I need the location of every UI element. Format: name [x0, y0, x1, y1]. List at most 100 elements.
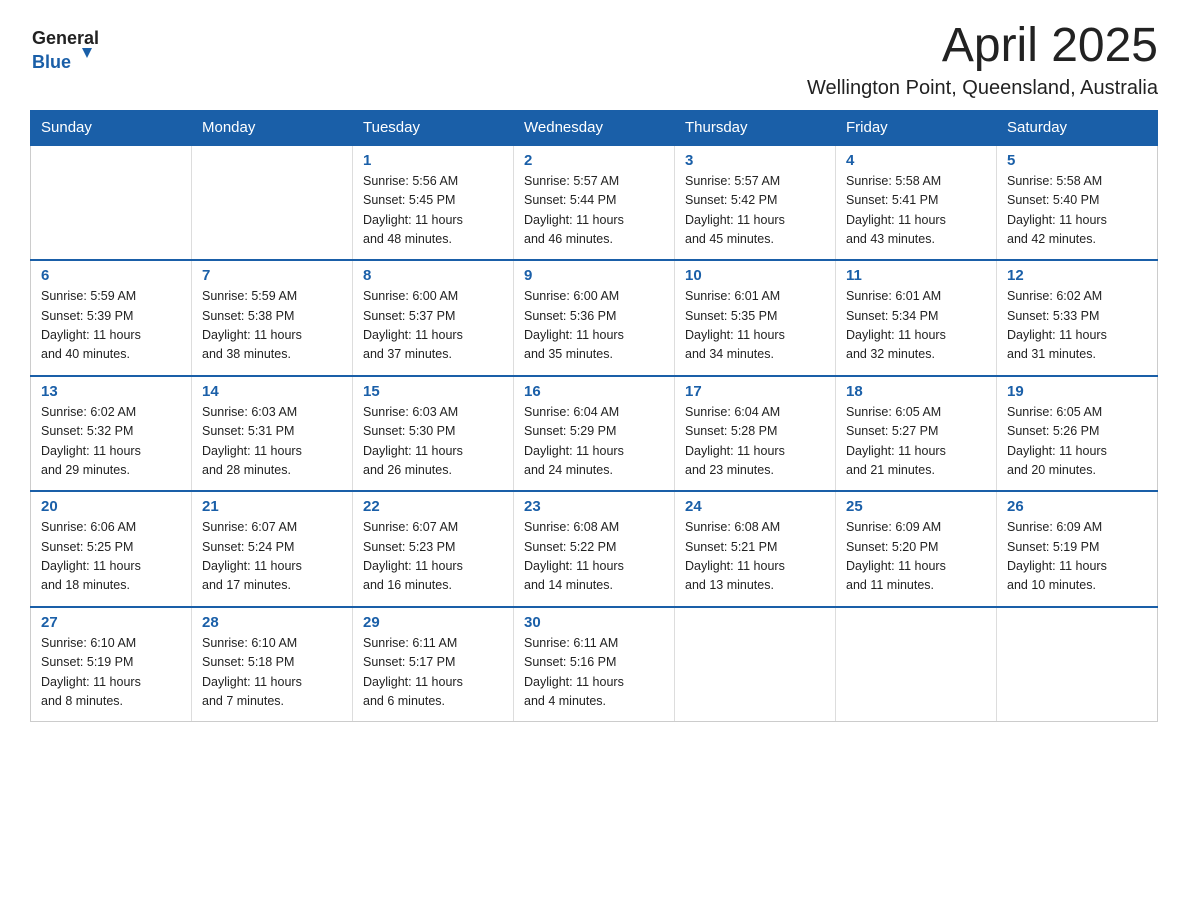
day-info: Sunrise: 6:09 AMSunset: 5:19 PMDaylight:…	[1007, 518, 1147, 596]
day-info: Sunrise: 5:58 AMSunset: 5:40 PMDaylight:…	[1007, 172, 1147, 250]
day-info: Sunrise: 6:06 AMSunset: 5:25 PMDaylight:…	[41, 518, 181, 596]
calendar-cell	[997, 607, 1158, 722]
calendar-cell: 3 Sunrise: 5:57 AMSunset: 5:42 PMDaylight…	[675, 145, 836, 261]
day-info: Sunrise: 5:57 AMSunset: 5:42 PMDaylight:…	[685, 172, 825, 250]
calendar-cell: 2 Sunrise: 5:57 AMSunset: 5:44 PMDaylight…	[514, 145, 675, 261]
calendar-cell: 15 Sunrise: 6:03 AMSunset: 5:30 PMDayligh…	[353, 376, 514, 492]
day-number: 23	[524, 498, 664, 515]
calendar-cell	[836, 607, 997, 722]
day-number: 2	[524, 152, 664, 169]
week-row-1: 1 Sunrise: 5:56 AMSunset: 5:45 PMDaylight…	[31, 145, 1158, 261]
calendar-cell: 25Sunrise: 6:09 AMSunset: 5:20 PMDayligh…	[836, 491, 997, 607]
calendar-cell: 18 Sunrise: 6:05 AMSunset: 5:27 PMDayligh…	[836, 376, 997, 492]
day-info: Sunrise: 5:56 AMSunset: 5:45 PMDaylight:…	[363, 172, 503, 250]
day-info: Sunrise: 6:00 AMSunset: 5:36 PMDaylight:…	[524, 287, 664, 365]
day-number: 16	[524, 383, 664, 400]
calendar-table: SundayMondayTuesdayWednesdayThursdayFrid…	[30, 110, 1158, 723]
calendar-cell: 30Sunrise: 6:11 AMSunset: 5:16 PMDayligh…	[514, 607, 675, 722]
day-info: Sunrise: 6:08 AMSunset: 5:22 PMDaylight:…	[524, 518, 664, 596]
calendar-cell: 9Sunrise: 6:00 AMSunset: 5:36 PMDaylight…	[514, 260, 675, 376]
weekday-header-friday: Friday	[836, 110, 997, 145]
weekday-header-row: SundayMondayTuesdayWednesdayThursdayFrid…	[31, 110, 1158, 145]
day-number: 3	[685, 152, 825, 169]
calendar-cell: 5 Sunrise: 5:58 AMSunset: 5:40 PMDaylight…	[997, 145, 1158, 261]
day-number: 25	[846, 498, 986, 515]
day-number: 5	[1007, 152, 1147, 169]
page-header: General Blue April 2025 Wellington Point…	[30, 20, 1158, 100]
day-number: 28	[202, 614, 342, 631]
calendar-cell: 10Sunrise: 6:01 AMSunset: 5:35 PMDayligh…	[675, 260, 836, 376]
day-info: Sunrise: 6:04 AMSunset: 5:28 PMDaylight:…	[685, 403, 825, 481]
calendar-cell: 21Sunrise: 6:07 AMSunset: 5:24 PMDayligh…	[192, 491, 353, 607]
calendar-cell: 19 Sunrise: 6:05 AMSunset: 5:26 PMDayligh…	[997, 376, 1158, 492]
day-info: Sunrise: 5:57 AMSunset: 5:44 PMDaylight:…	[524, 172, 664, 250]
week-row-2: 6 Sunrise: 5:59 AMSunset: 5:39 PMDaylight…	[31, 260, 1158, 376]
calendar-cell: 8Sunrise: 6:00 AMSunset: 5:37 PMDaylight…	[353, 260, 514, 376]
calendar-cell: 11 Sunrise: 6:01 AMSunset: 5:34 PMDayligh…	[836, 260, 997, 376]
day-number: 18	[846, 383, 986, 400]
day-number: 6	[41, 267, 181, 284]
week-row-5: 27Sunrise: 6:10 AMSunset: 5:19 PMDayligh…	[31, 607, 1158, 722]
calendar-cell: 4Sunrise: 5:58 AMSunset: 5:41 PMDaylight…	[836, 145, 997, 261]
calendar-cell: 7 Sunrise: 5:59 AMSunset: 5:38 PMDaylight…	[192, 260, 353, 376]
title-block: April 2025 Wellington Point, Queensland,…	[807, 20, 1158, 100]
calendar-cell: 1 Sunrise: 5:56 AMSunset: 5:45 PMDaylight…	[353, 145, 514, 261]
weekday-header-monday: Monday	[192, 110, 353, 145]
day-number: 14	[202, 383, 342, 400]
svg-text:General: General	[32, 28, 99, 48]
day-info: Sunrise: 6:05 AMSunset: 5:26 PMDaylight:…	[1007, 403, 1147, 481]
calendar-cell: 14 Sunrise: 6:03 AMSunset: 5:31 PMDayligh…	[192, 376, 353, 492]
calendar-cell: 17 Sunrise: 6:04 AMSunset: 5:28 PMDayligh…	[675, 376, 836, 492]
day-info: Sunrise: 5:59 AMSunset: 5:38 PMDaylight:…	[202, 287, 342, 365]
calendar-cell: 20Sunrise: 6:06 AMSunset: 5:25 PMDayligh…	[31, 491, 192, 607]
calendar-cell	[192, 145, 353, 261]
day-info: Sunrise: 5:59 AMSunset: 5:39 PMDaylight:…	[41, 287, 181, 365]
day-info: Sunrise: 6:11 AMSunset: 5:17 PMDaylight:…	[363, 634, 503, 712]
calendar-cell: 29 Sunrise: 6:11 AMSunset: 5:17 PMDayligh…	[353, 607, 514, 722]
calendar-cell: 23 Sunrise: 6:08 AMSunset: 5:22 PMDayligh…	[514, 491, 675, 607]
day-number: 22	[363, 498, 503, 515]
day-info: Sunrise: 6:05 AMSunset: 5:27 PMDaylight:…	[846, 403, 986, 481]
weekday-header-tuesday: Tuesday	[353, 110, 514, 145]
week-row-4: 20Sunrise: 6:06 AMSunset: 5:25 PMDayligh…	[31, 491, 1158, 607]
day-number: 26	[1007, 498, 1147, 515]
calendar-cell: 28Sunrise: 6:10 AMSunset: 5:18 PMDayligh…	[192, 607, 353, 722]
month-year: April 2025	[807, 20, 1158, 73]
day-number: 24	[685, 498, 825, 515]
day-info: Sunrise: 6:10 AMSunset: 5:19 PMDaylight:…	[41, 634, 181, 712]
day-number: 1	[363, 152, 503, 169]
day-number: 7	[202, 267, 342, 284]
day-info: Sunrise: 6:08 AMSunset: 5:21 PMDaylight:…	[685, 518, 825, 596]
calendar-cell: 27Sunrise: 6:10 AMSunset: 5:19 PMDayligh…	[31, 607, 192, 722]
calendar-cell: 26 Sunrise: 6:09 AMSunset: 5:19 PMDayligh…	[997, 491, 1158, 607]
day-info: Sunrise: 6:11 AMSunset: 5:16 PMDaylight:…	[524, 634, 664, 712]
logo: General Blue	[30, 20, 100, 75]
day-info: Sunrise: 6:01 AMSunset: 5:35 PMDaylight:…	[685, 287, 825, 365]
day-number: 11	[846, 267, 986, 284]
calendar-cell: 6 Sunrise: 5:59 AMSunset: 5:39 PMDaylight…	[31, 260, 192, 376]
weekday-header-sunday: Sunday	[31, 110, 192, 145]
day-number: 15	[363, 383, 503, 400]
day-info: Sunrise: 6:02 AMSunset: 5:32 PMDaylight:…	[41, 403, 181, 481]
day-number: 13	[41, 383, 181, 400]
day-number: 29	[363, 614, 503, 631]
calendar-cell: 12Sunrise: 6:02 AMSunset: 5:33 PMDayligh…	[997, 260, 1158, 376]
day-number: 19	[1007, 383, 1147, 400]
weekday-header-thursday: Thursday	[675, 110, 836, 145]
day-number: 21	[202, 498, 342, 515]
day-info: Sunrise: 6:03 AMSunset: 5:30 PMDaylight:…	[363, 403, 503, 481]
calendar-cell	[675, 607, 836, 722]
weekday-header-saturday: Saturday	[997, 110, 1158, 145]
calendar-cell: 24 Sunrise: 6:08 AMSunset: 5:21 PMDayligh…	[675, 491, 836, 607]
calendar-cell: 22 Sunrise: 6:07 AMSunset: 5:23 PMDayligh…	[353, 491, 514, 607]
day-number: 17	[685, 383, 825, 400]
svg-text:Blue: Blue	[32, 52, 71, 72]
day-info: Sunrise: 6:07 AMSunset: 5:23 PMDaylight:…	[363, 518, 503, 596]
day-info: Sunrise: 6:01 AMSunset: 5:34 PMDaylight:…	[846, 287, 986, 365]
day-info: Sunrise: 5:58 AMSunset: 5:41 PMDaylight:…	[846, 172, 986, 250]
day-info: Sunrise: 6:04 AMSunset: 5:29 PMDaylight:…	[524, 403, 664, 481]
weekday-header-wednesday: Wednesday	[514, 110, 675, 145]
location: Wellington Point, Queensland, Australia	[807, 77, 1158, 100]
calendar-cell	[31, 145, 192, 261]
day-info: Sunrise: 6:03 AMSunset: 5:31 PMDaylight:…	[202, 403, 342, 481]
